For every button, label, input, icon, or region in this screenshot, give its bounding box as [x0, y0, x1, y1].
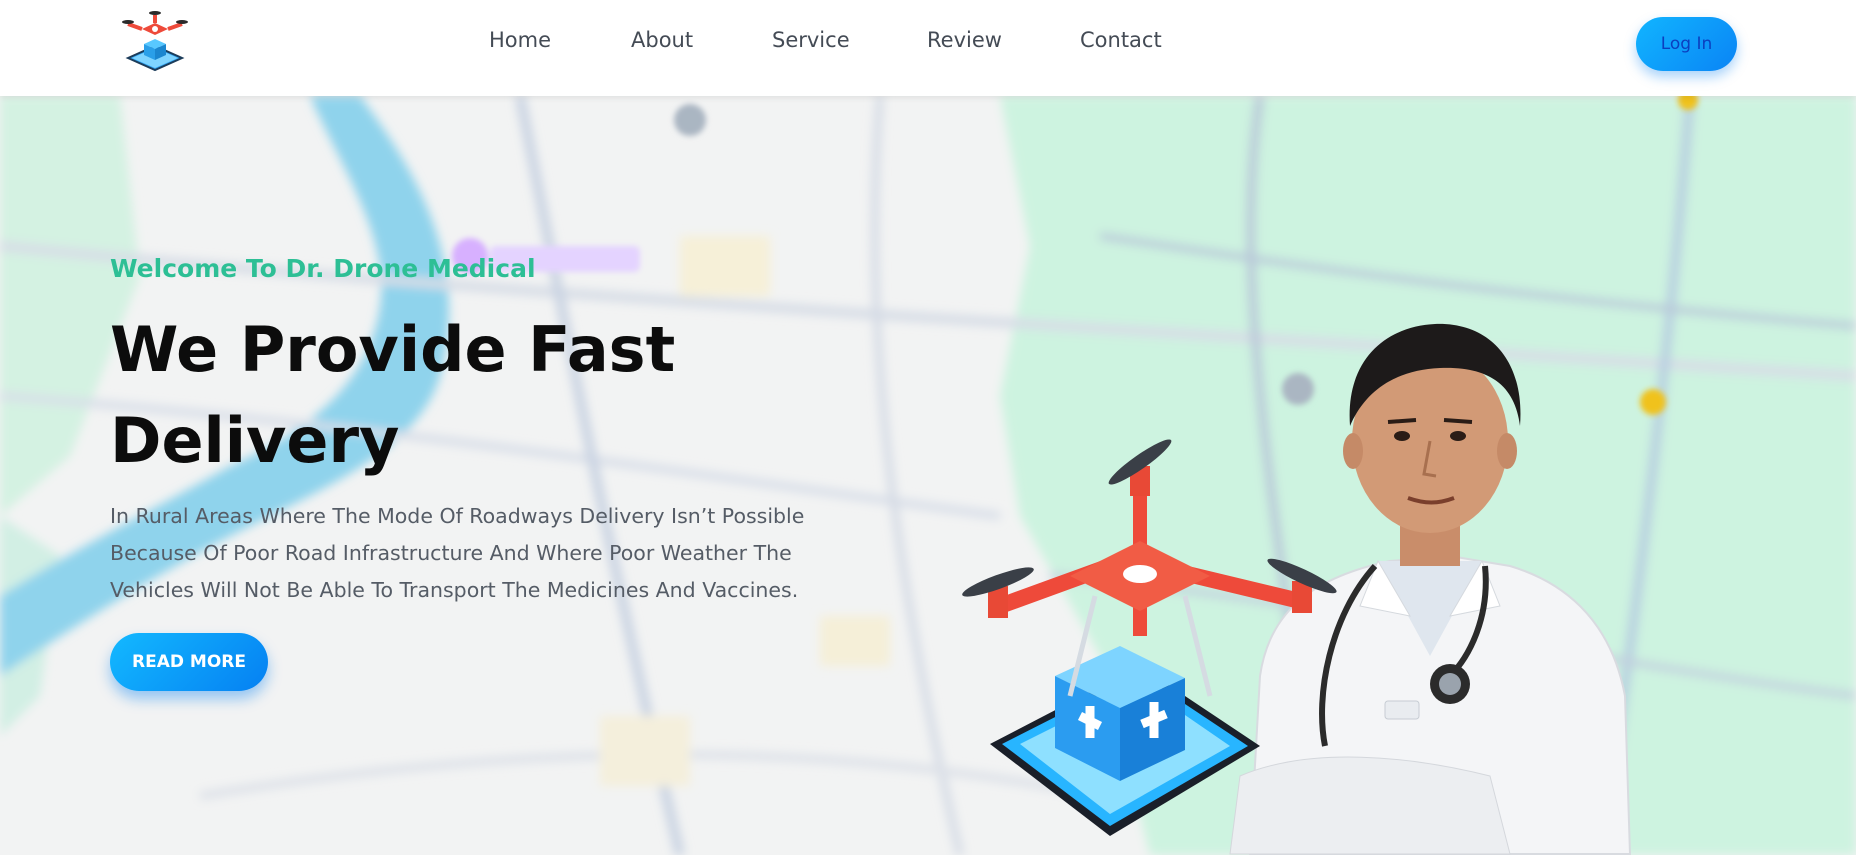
login-button[interactable]: Log In [1636, 17, 1737, 71]
welcome-text: Welcome To Dr. Drone Medical [110, 254, 536, 283]
site-header: Home About Service Review Contact Log In [0, 0, 1856, 96]
hero-section: Welcome To Dr. Drone Medical We Provide … [0, 96, 1856, 855]
headline-line-1: We Provide Fast [110, 313, 676, 386]
nav-about[interactable]: About [631, 28, 693, 52]
headline-line-2: Delivery [110, 404, 400, 477]
hero-headline: We Provide Fast Delivery [110, 304, 810, 486]
nav-contact[interactable]: Contact [1080, 28, 1162, 52]
nav-review[interactable]: Review [927, 28, 1002, 52]
hero-description: In Rural Areas Where The Mode Of Roadway… [110, 504, 805, 602]
nav-home[interactable]: Home [489, 28, 551, 52]
nav-service[interactable]: Service [772, 28, 850, 52]
main-nav: Home About Service Review Contact [0, 0, 1856, 86]
read-more-button[interactable]: READ MORE [110, 633, 268, 691]
doctor-with-drone-illustration-icon [962, 323, 1632, 855]
